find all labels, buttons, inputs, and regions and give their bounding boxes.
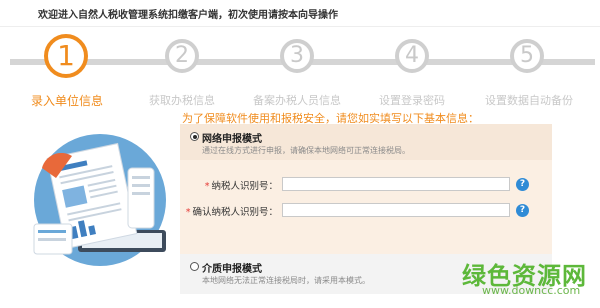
paper-mode-description: 本地网络无法正常连接税局时，请采用本模式。 (202, 276, 370, 285)
document-illustration (33, 134, 166, 266)
required-marker: * (185, 207, 191, 218)
help-icon[interactable]: ? (516, 204, 529, 217)
step-4-label: 设置登录密码 (379, 94, 445, 107)
step-4-circle: 4 (395, 39, 429, 73)
paper-mode-radio[interactable] (190, 262, 199, 271)
step-2-circle: 2 (165, 39, 199, 73)
network-mode-title: 网络申报模式 (202, 134, 262, 145)
page-title: 欢迎进入自然人税收管理系统扣缴客户端，初次使用请按本向导操作 (38, 10, 338, 21)
watermark-url: www.downcc.com (482, 284, 581, 297)
confirm-taxpayer-id-label-text: 确认纳税人识别号： (192, 207, 278, 218)
step-1-circle: 1 (44, 34, 88, 78)
step-5-label: 设置数据自动备份 (485, 94, 573, 107)
taxpayer-id-input[interactable] (282, 177, 510, 191)
step-3-circle: 3 (280, 39, 314, 73)
taxpayer-id-label: * 纳税人识别号： (205, 178, 278, 192)
step-5-circle: 5 (510, 39, 544, 73)
confirm-taxpayer-id-input[interactable] (282, 203, 510, 217)
step-1-label: 录入单位信息 (30, 94, 104, 108)
step-2-label: 获取办税信息 (149, 94, 215, 107)
step-3-label: 备案办税人员信息 (253, 94, 341, 107)
paper-mode-title: 介质申报模式 (202, 264, 262, 275)
required-marker: * (204, 181, 210, 192)
network-mode-radio[interactable] (190, 132, 199, 141)
title-divider (0, 26, 600, 27)
help-icon[interactable]: ? (516, 178, 529, 191)
taxpayer-id-label-text: 纳税人识别号： (211, 181, 278, 192)
network-mode-description: 通过在线方式进行申报，请确保本地网络可正常连接税局。 (202, 146, 410, 155)
confirm-taxpayer-id-label: * 确认纳税人识别号： (186, 204, 278, 218)
